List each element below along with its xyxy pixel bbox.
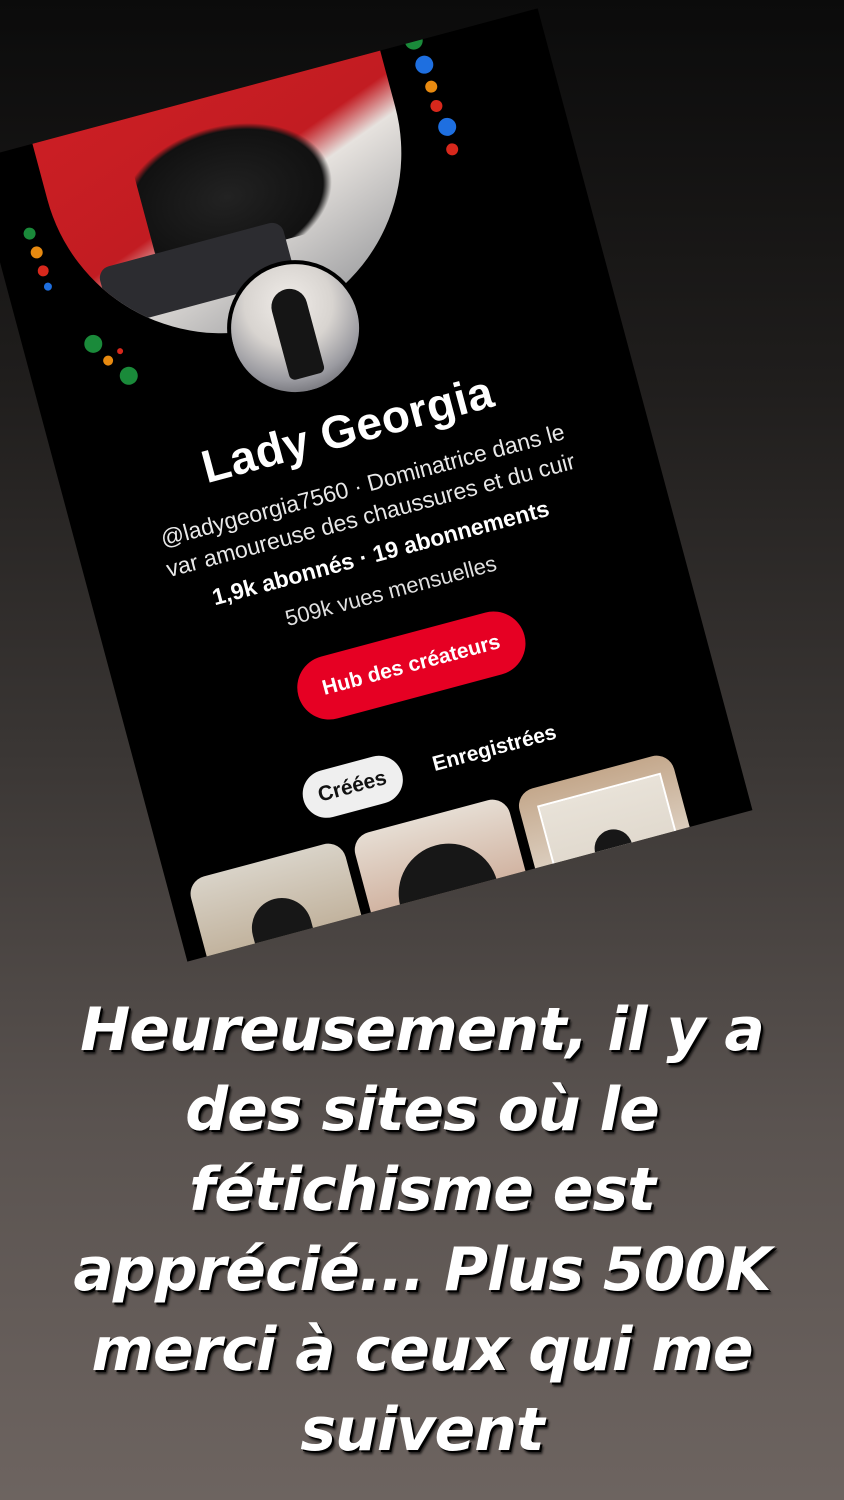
creator-hub-button[interactable]: Hub des créateurs <box>290 604 533 727</box>
tab-created[interactable]: Créées <box>296 750 408 824</box>
caption-line-1: Heureusement, il y a <box>80 995 765 1065</box>
caption-line-2: des sites où le <box>185 1075 660 1145</box>
story-caption: Heureusement, il y a des sites où le fét… <box>30 990 814 1470</box>
pin-figure <box>387 832 536 962</box>
pin-figure <box>245 891 353 962</box>
avatar-figure <box>267 284 326 382</box>
pin-mirror-frame <box>536 772 716 962</box>
pin-figure <box>590 825 666 962</box>
caption-line-5: merci à ceux qui me <box>91 1315 753 1385</box>
profile-screenshot-card: Lady Georgia @ladygeorgia7560 · Dominatr… <box>0 8 753 962</box>
tab-saved[interactable]: Enregistrées <box>411 705 577 793</box>
caption-line-3: fétichisme est <box>189 1155 656 1225</box>
pin-photo-3[interactable] <box>514 751 732 962</box>
caption-line-4: apprécié... Plus 500K <box>73 1235 771 1305</box>
caption-line-6: suivent <box>300 1395 544 1465</box>
